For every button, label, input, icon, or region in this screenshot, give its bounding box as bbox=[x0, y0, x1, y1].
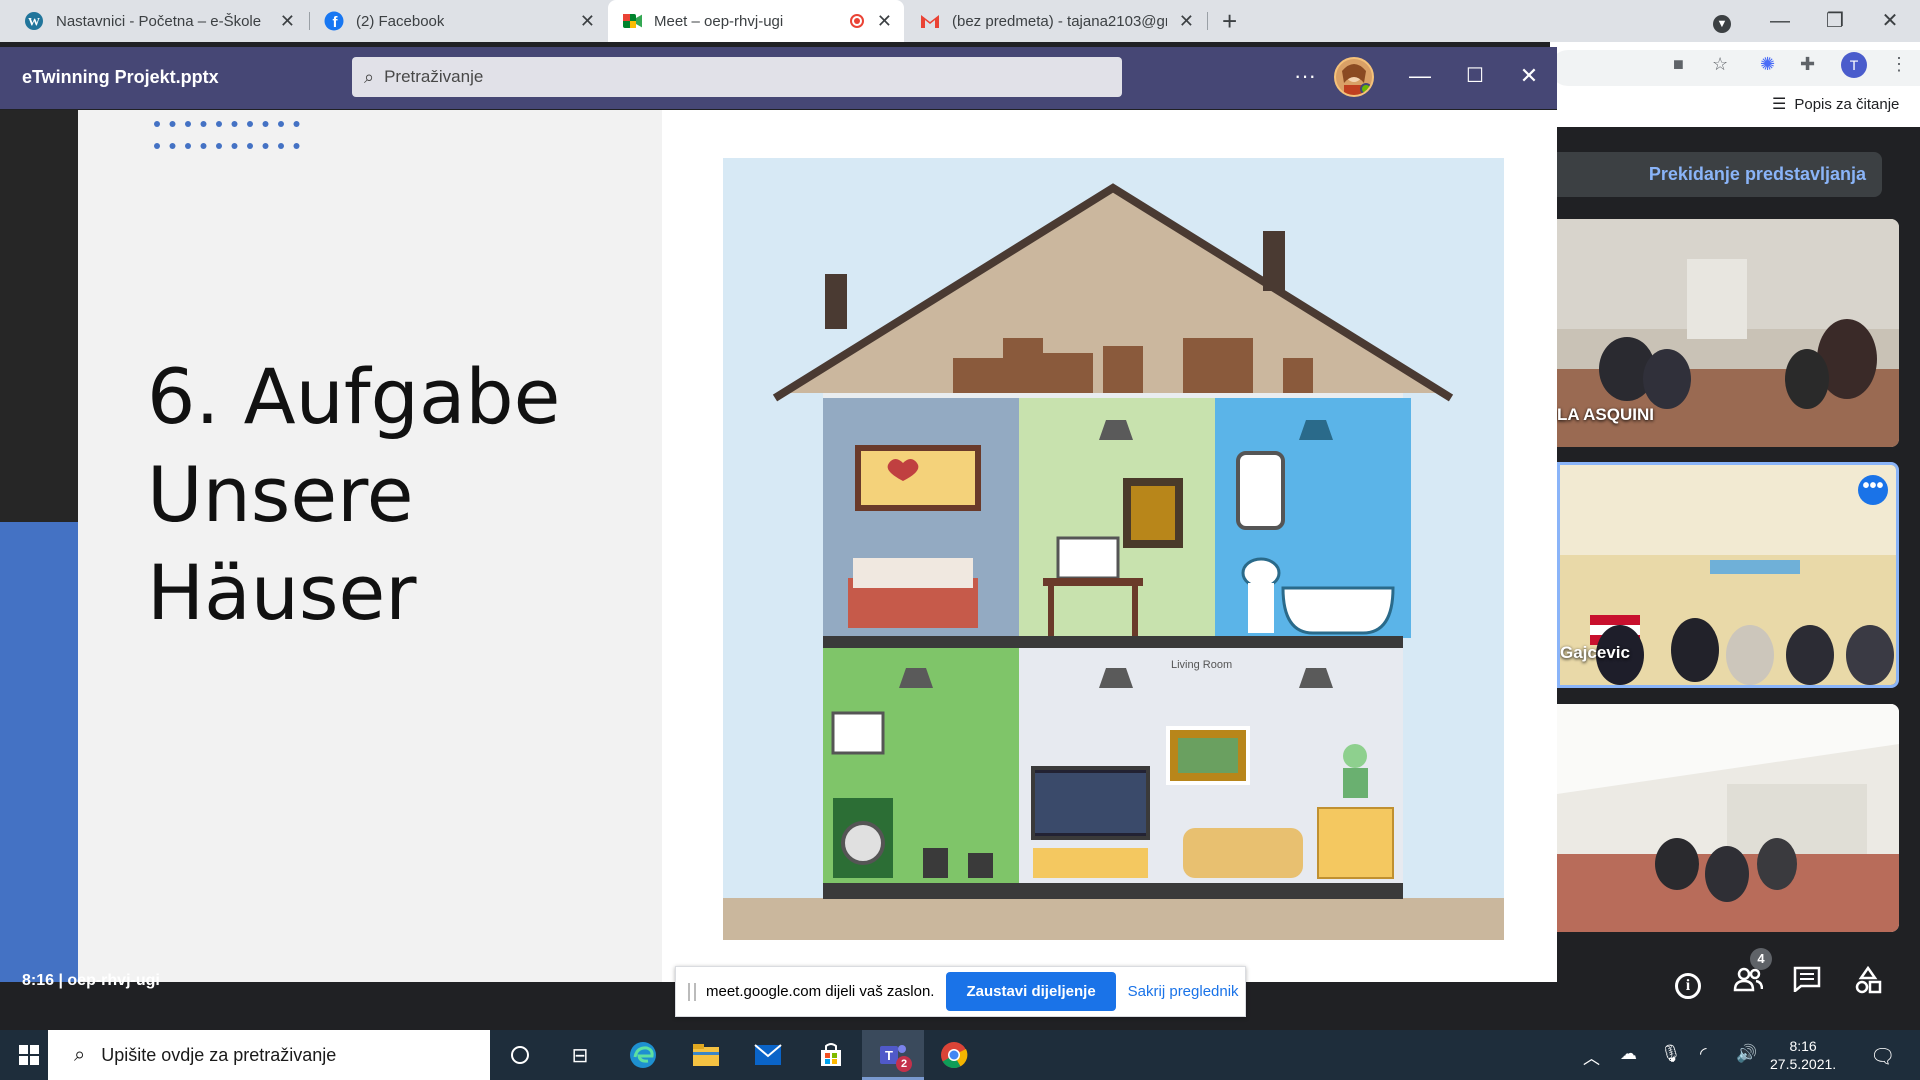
minimize-icon[interactable]: — bbox=[1760, 6, 1800, 36]
slide: 6. Aufgabe Unsere Häuser Living Room bbox=[0, 110, 1557, 982]
puzzle-icon[interactable]: ✚ bbox=[1800, 54, 1815, 75]
minimize-icon[interactable]: — bbox=[1400, 61, 1440, 91]
stop-presenting-button[interactable]: Prekidanje predstavljanja bbox=[1557, 152, 1882, 197]
participant-video bbox=[1557, 704, 1899, 932]
recording-icon bbox=[850, 14, 864, 28]
store-icon[interactable] bbox=[814, 1040, 848, 1070]
taskbar: ⌕ Upišite ovdje za pretraživanje ⊟ T 2 ︿… bbox=[0, 1030, 1920, 1080]
video-tile-active[interactable]: Gajcevic ••• bbox=[1557, 462, 1899, 688]
slide-blue-strip bbox=[0, 522, 78, 982]
meet-icon bbox=[622, 11, 642, 31]
chrome-icon[interactable] bbox=[937, 1040, 971, 1070]
chat-icon[interactable] bbox=[1790, 966, 1824, 999]
people-icon[interactable] bbox=[1731, 966, 1765, 999]
browser-tab-bar: W Nastavnici - Početna – e-Škole ✕ f (2)… bbox=[0, 0, 1920, 42]
search-input[interactable]: ⌕ Pretraživanje bbox=[352, 57, 1122, 97]
file-title: eTwinning Projekt.pptx bbox=[22, 67, 219, 87]
wifi-icon[interactable]: ◜ bbox=[1700, 1044, 1707, 1064]
participant-count-badge: 4 bbox=[1750, 948, 1772, 970]
drag-handle[interactable] bbox=[688, 982, 696, 1001]
close-window-icon[interactable]: ✕ bbox=[1870, 6, 1910, 36]
close-icon[interactable]: ✕ bbox=[1509, 61, 1549, 91]
profile-avatar[interactable]: T bbox=[1841, 52, 1867, 78]
maximize-icon[interactable]: ☐ bbox=[1455, 61, 1495, 91]
video-tile[interactable] bbox=[1557, 704, 1899, 932]
search-icon: ⌕ bbox=[74, 1043, 86, 1066]
tab-facebook[interactable]: f (2) Facebook ✕ bbox=[310, 0, 607, 42]
tab-e-skole[interactable]: W Nastavnici - Početna – e-Škole ✕ bbox=[10, 0, 307, 42]
activities-icon[interactable] bbox=[1851, 965, 1885, 1001]
close-icon[interactable]: ✕ bbox=[1179, 11, 1194, 31]
avatar[interactable] bbox=[1334, 57, 1374, 97]
participant-name: LA ASQUINI bbox=[1557, 405, 1654, 424]
new-tab-button[interactable]: + bbox=[1222, 6, 1237, 36]
restore-icon[interactable]: ❐ bbox=[1815, 6, 1855, 36]
mail-icon[interactable] bbox=[751, 1040, 785, 1070]
volume-icon[interactable]: 🔊 bbox=[1736, 1044, 1757, 1064]
file-explorer-icon[interactable] bbox=[689, 1040, 723, 1070]
share-message: meet.google.com dijeli vaš zaslon. bbox=[706, 983, 935, 1000]
extension-snowflake-icon[interactable]: ✺ bbox=[1760, 54, 1775, 75]
close-icon[interactable]: ✕ bbox=[580, 11, 595, 31]
search-icon: ⌕ bbox=[364, 66, 375, 87]
house-illustration: Living Room bbox=[723, 158, 1504, 940]
hide-button[interactable]: Sakrij preglednik bbox=[1128, 983, 1239, 1000]
meeting-info: 8:16 | oep-rhvj-ugi bbox=[22, 972, 160, 989]
chrome-toolbar bbox=[1550, 42, 1920, 127]
chevron-up-icon[interactable]: ︿ bbox=[1583, 1044, 1600, 1069]
dot-pattern bbox=[154, 121, 300, 149]
screen-share-notice: meet.google.com dijeli vaš zaslon. Zaust… bbox=[675, 966, 1246, 1017]
close-icon[interactable]: ✕ bbox=[280, 11, 295, 31]
close-icon[interactable]: ✕ bbox=[877, 11, 892, 31]
tab-gmail[interactable]: (bez predmeta) - tajana2103@gm ✕ bbox=[906, 0, 1206, 42]
powerpoint-title-bar: eTwinning Projekt.pptx ⌕ Pretraživanje ·… bbox=[0, 47, 1557, 109]
microphone-icon[interactable]: 🎙 bbox=[1660, 1044, 1682, 1064]
info-icon[interactable]: i bbox=[1671, 966, 1705, 999]
clock[interactable]: 8:16 27.5.2021. bbox=[1770, 1037, 1836, 1073]
notification-badge: 2 bbox=[896, 1056, 912, 1072]
edge-icon[interactable] bbox=[626, 1040, 660, 1070]
notification-center-icon[interactable]: 🗨 bbox=[1870, 1044, 1895, 1069]
reading-list-button[interactable]: ☰ Popis za čitanje bbox=[1772, 94, 1899, 114]
star-icon[interactable]: ☆ bbox=[1712, 54, 1728, 75]
video-tile[interactable]: LA ASQUINI bbox=[1557, 219, 1899, 447]
task-view-icon[interactable]: ⊟ bbox=[563, 1040, 597, 1070]
taskbar-search-input[interactable]: ⌕ Upišite ovdje za pretraživanje bbox=[48, 1030, 490, 1080]
facebook-icon: f bbox=[324, 11, 344, 31]
more-options-icon[interactable]: ••• bbox=[1858, 475, 1888, 505]
svg-text:W: W bbox=[28, 15, 40, 29]
slide-dark-strip bbox=[0, 110, 78, 522]
more-options-icon[interactable]: ··· bbox=[1285, 61, 1325, 91]
windows-start-icon[interactable] bbox=[12, 1040, 46, 1070]
living-room-label: Living Room bbox=[1171, 659, 1232, 671]
stop-sharing-button[interactable]: Zaustavi dijeljenje bbox=[946, 972, 1116, 1011]
tab-meet[interactable]: Meet – oep-rhvj-ugi ✕ bbox=[608, 0, 904, 42]
gmail-icon bbox=[920, 11, 940, 31]
cortana-icon[interactable] bbox=[503, 1040, 537, 1070]
teams-taskbar-button[interactable]: T 2 bbox=[862, 1030, 924, 1080]
menu-icon[interactable]: ⋮ bbox=[1890, 54, 1908, 75]
onedrive-icon[interactable]: ☁ bbox=[1620, 1044, 1637, 1064]
slide-title: 6. Aufgabe Unsere Häuser bbox=[147, 352, 561, 637]
participant-name: Gajcevic bbox=[1560, 643, 1630, 662]
tab-search-icon[interactable]: ▼ bbox=[1702, 6, 1742, 36]
powerpoint-window: eTwinning Projekt.pptx ⌕ Pretraživanje ·… bbox=[0, 47, 1557, 982]
list-icon: ☰ bbox=[1772, 96, 1787, 113]
svg-text:T: T bbox=[885, 1048, 893, 1063]
camera-icon[interactable]: ■ bbox=[1673, 54, 1684, 75]
wordpress-icon: W bbox=[24, 11, 44, 31]
